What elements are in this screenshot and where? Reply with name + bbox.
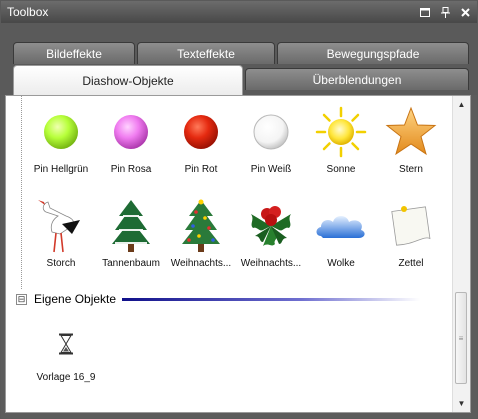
gallery-item-label: Zettel [398,258,424,269]
gallery-item-label: Pin Hellgrün [33,164,89,175]
scroll-up-arrow-icon[interactable]: ▲ [453,96,470,113]
holly-icon [238,198,304,254]
scrollbar-thumb[interactable]: ≡ [455,292,467,384]
gallery-item-stern[interactable]: Stern [378,104,444,175]
fir-tree-icon [98,198,164,254]
group-label: Eigene Objekte [34,292,117,306]
stork-icon [28,198,94,254]
hourglass-icon [30,324,102,364]
gallery-item-label: Weihnachts... [240,258,302,269]
title-bar: Toolbox [1,1,477,23]
gallery-item-label: Sonne [326,164,356,175]
group-divider [122,297,421,301]
window-title: Toolbox [7,5,49,19]
gallery-panel: Pin Hellgrün Pin Rosa Pin Rot Pin Weiß S… [5,95,471,413]
gallery-item-storch[interactable]: Storch [28,198,94,269]
sun-icon [308,104,374,160]
gallery-item-pin-rot[interactable]: Pin Rot [168,104,234,175]
collapse-toggle[interactable]: ⊟ [16,293,27,305]
own-object-item[interactable]: Vorlage 16_9 [30,324,102,383]
gallery-item-weihnachtsstern[interactable]: Weihnachts... [238,198,304,269]
tab-texteffekte[interactable]: Texteffekte [137,42,275,64]
pin-pink-icon [98,104,164,160]
pin-white-icon [238,104,304,160]
tab-ueberblendungen[interactable]: Überblendungen [245,68,469,90]
gallery-item-label: Tannenbaum [102,258,160,269]
pin-icon[interactable] [437,4,453,20]
toolbox-window: Toolbox Bildeffekte Texteffekte Bewegung… [0,0,478,419]
close-icon[interactable] [457,4,473,20]
gallery-item-pin-hellgruen[interactable]: Pin Hellgrün [28,104,94,175]
tree-guide-line [21,96,22,289]
gallery-item-pin-weiss[interactable]: Pin Weiß [238,104,304,175]
tab-diashow-objekte[interactable]: Diashow-Objekte [13,65,243,95]
window-position-icon[interactable] [417,4,433,20]
gallery-item-label: Stern [399,164,423,175]
cloud-icon [308,198,374,254]
tab-bildeffekte[interactable]: Bildeffekte [13,42,135,64]
gallery-item-label: Storch [46,258,76,269]
gallery-item-label: Pin Weiß [250,164,292,175]
gallery-item-zettel[interactable]: Zettel [378,198,444,269]
gallery-item-tannenbaum[interactable]: Tannenbaum [98,198,164,269]
scroll-down-arrow-icon[interactable]: ▼ [453,395,470,412]
christmas-tree-icon [168,198,234,254]
pin-red-icon [168,104,234,160]
group-header-eigene-objekte: ⊟ Eigene Objekte [16,292,421,306]
gallery-item-pin-rosa[interactable]: Pin Rosa [98,104,164,175]
gallery-item-label: Pin Rosa [110,164,152,175]
vertical-scrollbar[interactable]: ▲ ≡ ▼ [452,96,470,412]
note-icon [378,198,444,254]
own-object-label: Vorlage 16_9 [36,372,96,383]
gallery-item-wolke[interactable]: Wolke [308,198,374,269]
tab-strip: Bildeffekte Texteffekte Bewegungspfade Ü… [1,23,477,95]
pin-green-icon [28,104,94,160]
gallery-item-label: Pin Rot [184,164,218,175]
tab-bewegungspfade[interactable]: Bewegungspfade [277,42,469,64]
gallery-item-sonne[interactable]: Sonne [308,104,374,175]
star-icon [378,104,444,160]
gallery-item-label: Weihnachts... [170,258,232,269]
gallery-item-label: Wolke [327,258,355,269]
gallery-item-weihnachtsbaum[interactable]: Weihnachts... [168,198,234,269]
